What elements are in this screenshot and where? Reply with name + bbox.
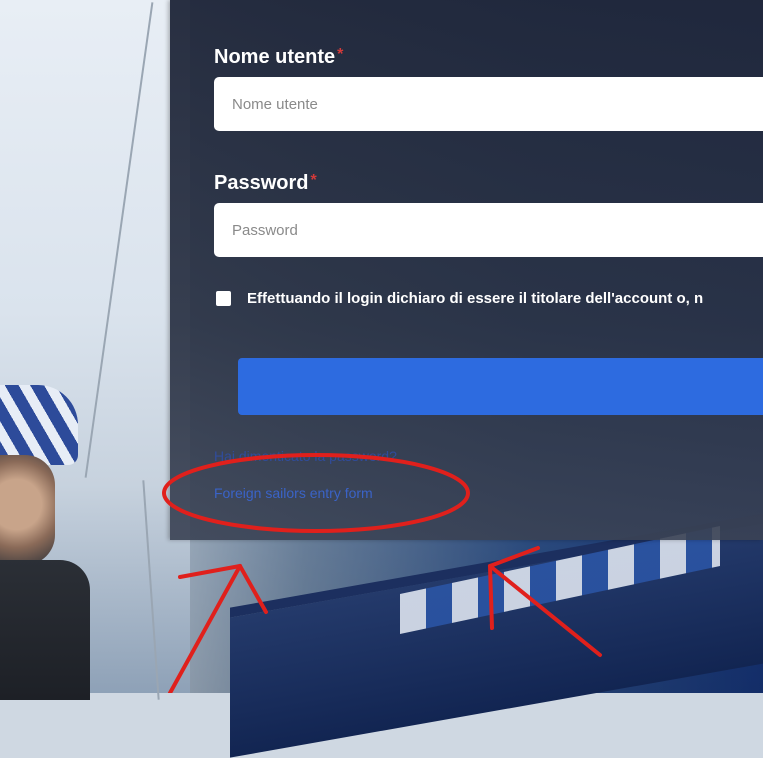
- sailor-cap: [0, 385, 78, 465]
- required-marker: *: [337, 46, 344, 63]
- required-marker: *: [310, 172, 317, 189]
- consent-text: Effettuando il login dichiaro di essere …: [247, 290, 704, 307]
- consent-checkbox[interactable]: [216, 291, 231, 306]
- username-input[interactable]: [214, 77, 763, 131]
- login-panel: Nome utente* Password* Effettuando il lo…: [170, 0, 763, 540]
- foreign-sailors-entry-link[interactable]: Foreign sailors entry form: [214, 485, 373, 501]
- login-button[interactable]: [238, 358, 763, 415]
- consent-row: Effettuando il login dichiaro di essere …: [216, 290, 703, 307]
- sailor-body: [0, 560, 90, 700]
- password-label: Password *: [214, 172, 317, 195]
- password-label-text: Password: [214, 172, 309, 194]
- username-label-text: Nome utente: [214, 46, 336, 68]
- password-input[interactable]: [214, 203, 763, 257]
- forgot-password-link[interactable]: Hai dimenticato la password?: [214, 448, 397, 464]
- sailor-head: [0, 455, 55, 565]
- username-label: Nome utente *: [214, 46, 343, 69]
